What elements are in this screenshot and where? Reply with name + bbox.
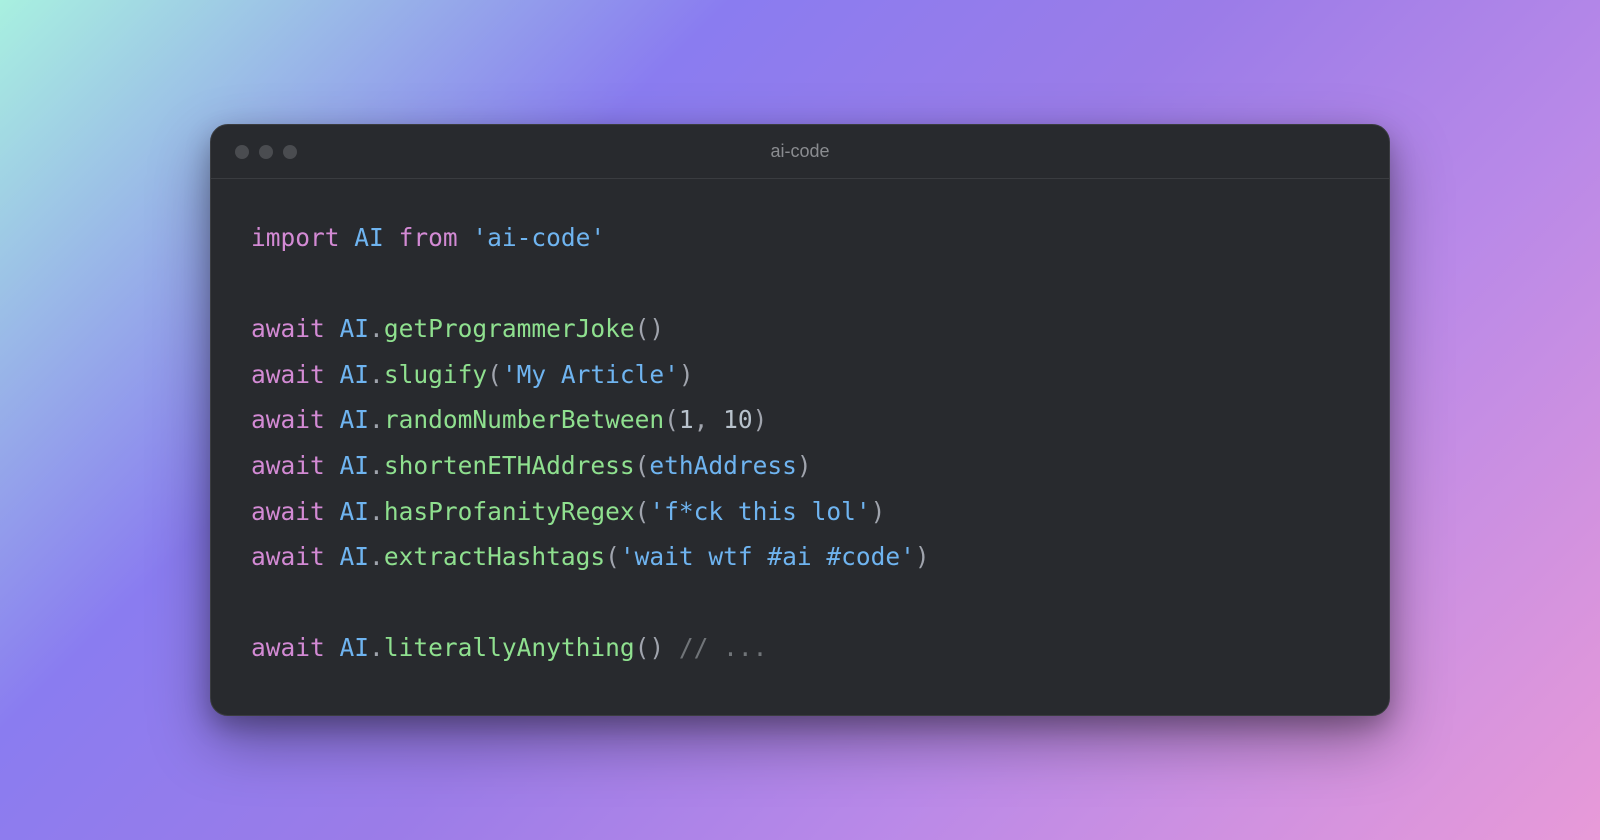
traffic-lights — [235, 145, 297, 159]
punct-paren: ) — [753, 405, 768, 434]
punct-dot: . — [369, 405, 384, 434]
keyword-await: await — [251, 314, 325, 343]
string-arg: 'My Article' — [502, 360, 679, 389]
maximize-icon[interactable] — [283, 145, 297, 159]
keyword-from: from — [399, 223, 458, 252]
identifier-ai: AI — [340, 542, 370, 571]
punct-dot: . — [369, 360, 384, 389]
punct-dot: . — [369, 451, 384, 480]
punct-paren: ( — [487, 360, 502, 389]
identifier-ai: AI — [340, 451, 370, 480]
code-window: ai-code import AI from 'ai-code' await A… — [210, 124, 1390, 716]
identifier-ai: AI — [354, 223, 384, 252]
identifier-ai: AI — [340, 405, 370, 434]
string-arg: 'wait wtf #ai #code' — [620, 542, 915, 571]
keyword-await: await — [251, 451, 325, 480]
punct-dot: . — [369, 633, 384, 662]
fn-shortenethaddress: shortenETHAddress — [384, 451, 635, 480]
punct-paren: ) — [679, 360, 694, 389]
punct-paren: ( — [635, 497, 650, 526]
punct-dot: . — [369, 497, 384, 526]
punct-comma: , — [694, 405, 724, 434]
punct-paren: ( — [635, 451, 650, 480]
window-title: ai-code — [211, 141, 1389, 162]
string-arg: 'f*ck this lol' — [649, 497, 870, 526]
punct-paren: ) — [915, 542, 930, 571]
keyword-await: await — [251, 633, 325, 662]
minimize-icon[interactable] — [259, 145, 273, 159]
identifier-ai: AI — [340, 314, 370, 343]
titlebar: ai-code — [211, 125, 1389, 179]
punct-paren: ( — [605, 542, 620, 571]
comment: // ... — [664, 633, 767, 662]
fn-slugify: slugify — [384, 360, 487, 389]
punct-paren: ( — [664, 405, 679, 434]
keyword-await: await — [251, 360, 325, 389]
keyword-await: await — [251, 542, 325, 571]
punct-paren: ) — [649, 314, 664, 343]
punct-paren: ) — [649, 633, 664, 662]
keyword-await: await — [251, 405, 325, 434]
punct-paren: ( — [635, 314, 650, 343]
punct-dot: . — [369, 542, 384, 571]
punct-paren: ) — [797, 451, 812, 480]
var-arg: ethAddress — [649, 451, 797, 480]
fn-literallyanything: literallyAnything — [384, 633, 635, 662]
identifier-ai: AI — [340, 497, 370, 526]
close-icon[interactable] — [235, 145, 249, 159]
identifier-ai: AI — [340, 633, 370, 662]
fn-extracthashtags: extractHashtags — [384, 542, 605, 571]
fn-randomnumberbetween: randomNumberBetween — [384, 405, 664, 434]
string-module: 'ai-code' — [472, 223, 605, 252]
identifier-ai: AI — [340, 360, 370, 389]
keyword-await: await — [251, 497, 325, 526]
fn-hasprofanityregex: hasProfanityRegex — [384, 497, 635, 526]
punct-dot: . — [369, 314, 384, 343]
keyword-import: import — [251, 223, 340, 252]
code-content: import AI from 'ai-code' await AI.getPro… — [211, 179, 1389, 715]
fn-getprogrammerjoke: getProgrammerJoke — [384, 314, 635, 343]
number-arg: 1 — [679, 405, 694, 434]
punct-paren: ) — [871, 497, 886, 526]
number-arg: 10 — [723, 405, 753, 434]
punct-paren: ( — [635, 633, 650, 662]
